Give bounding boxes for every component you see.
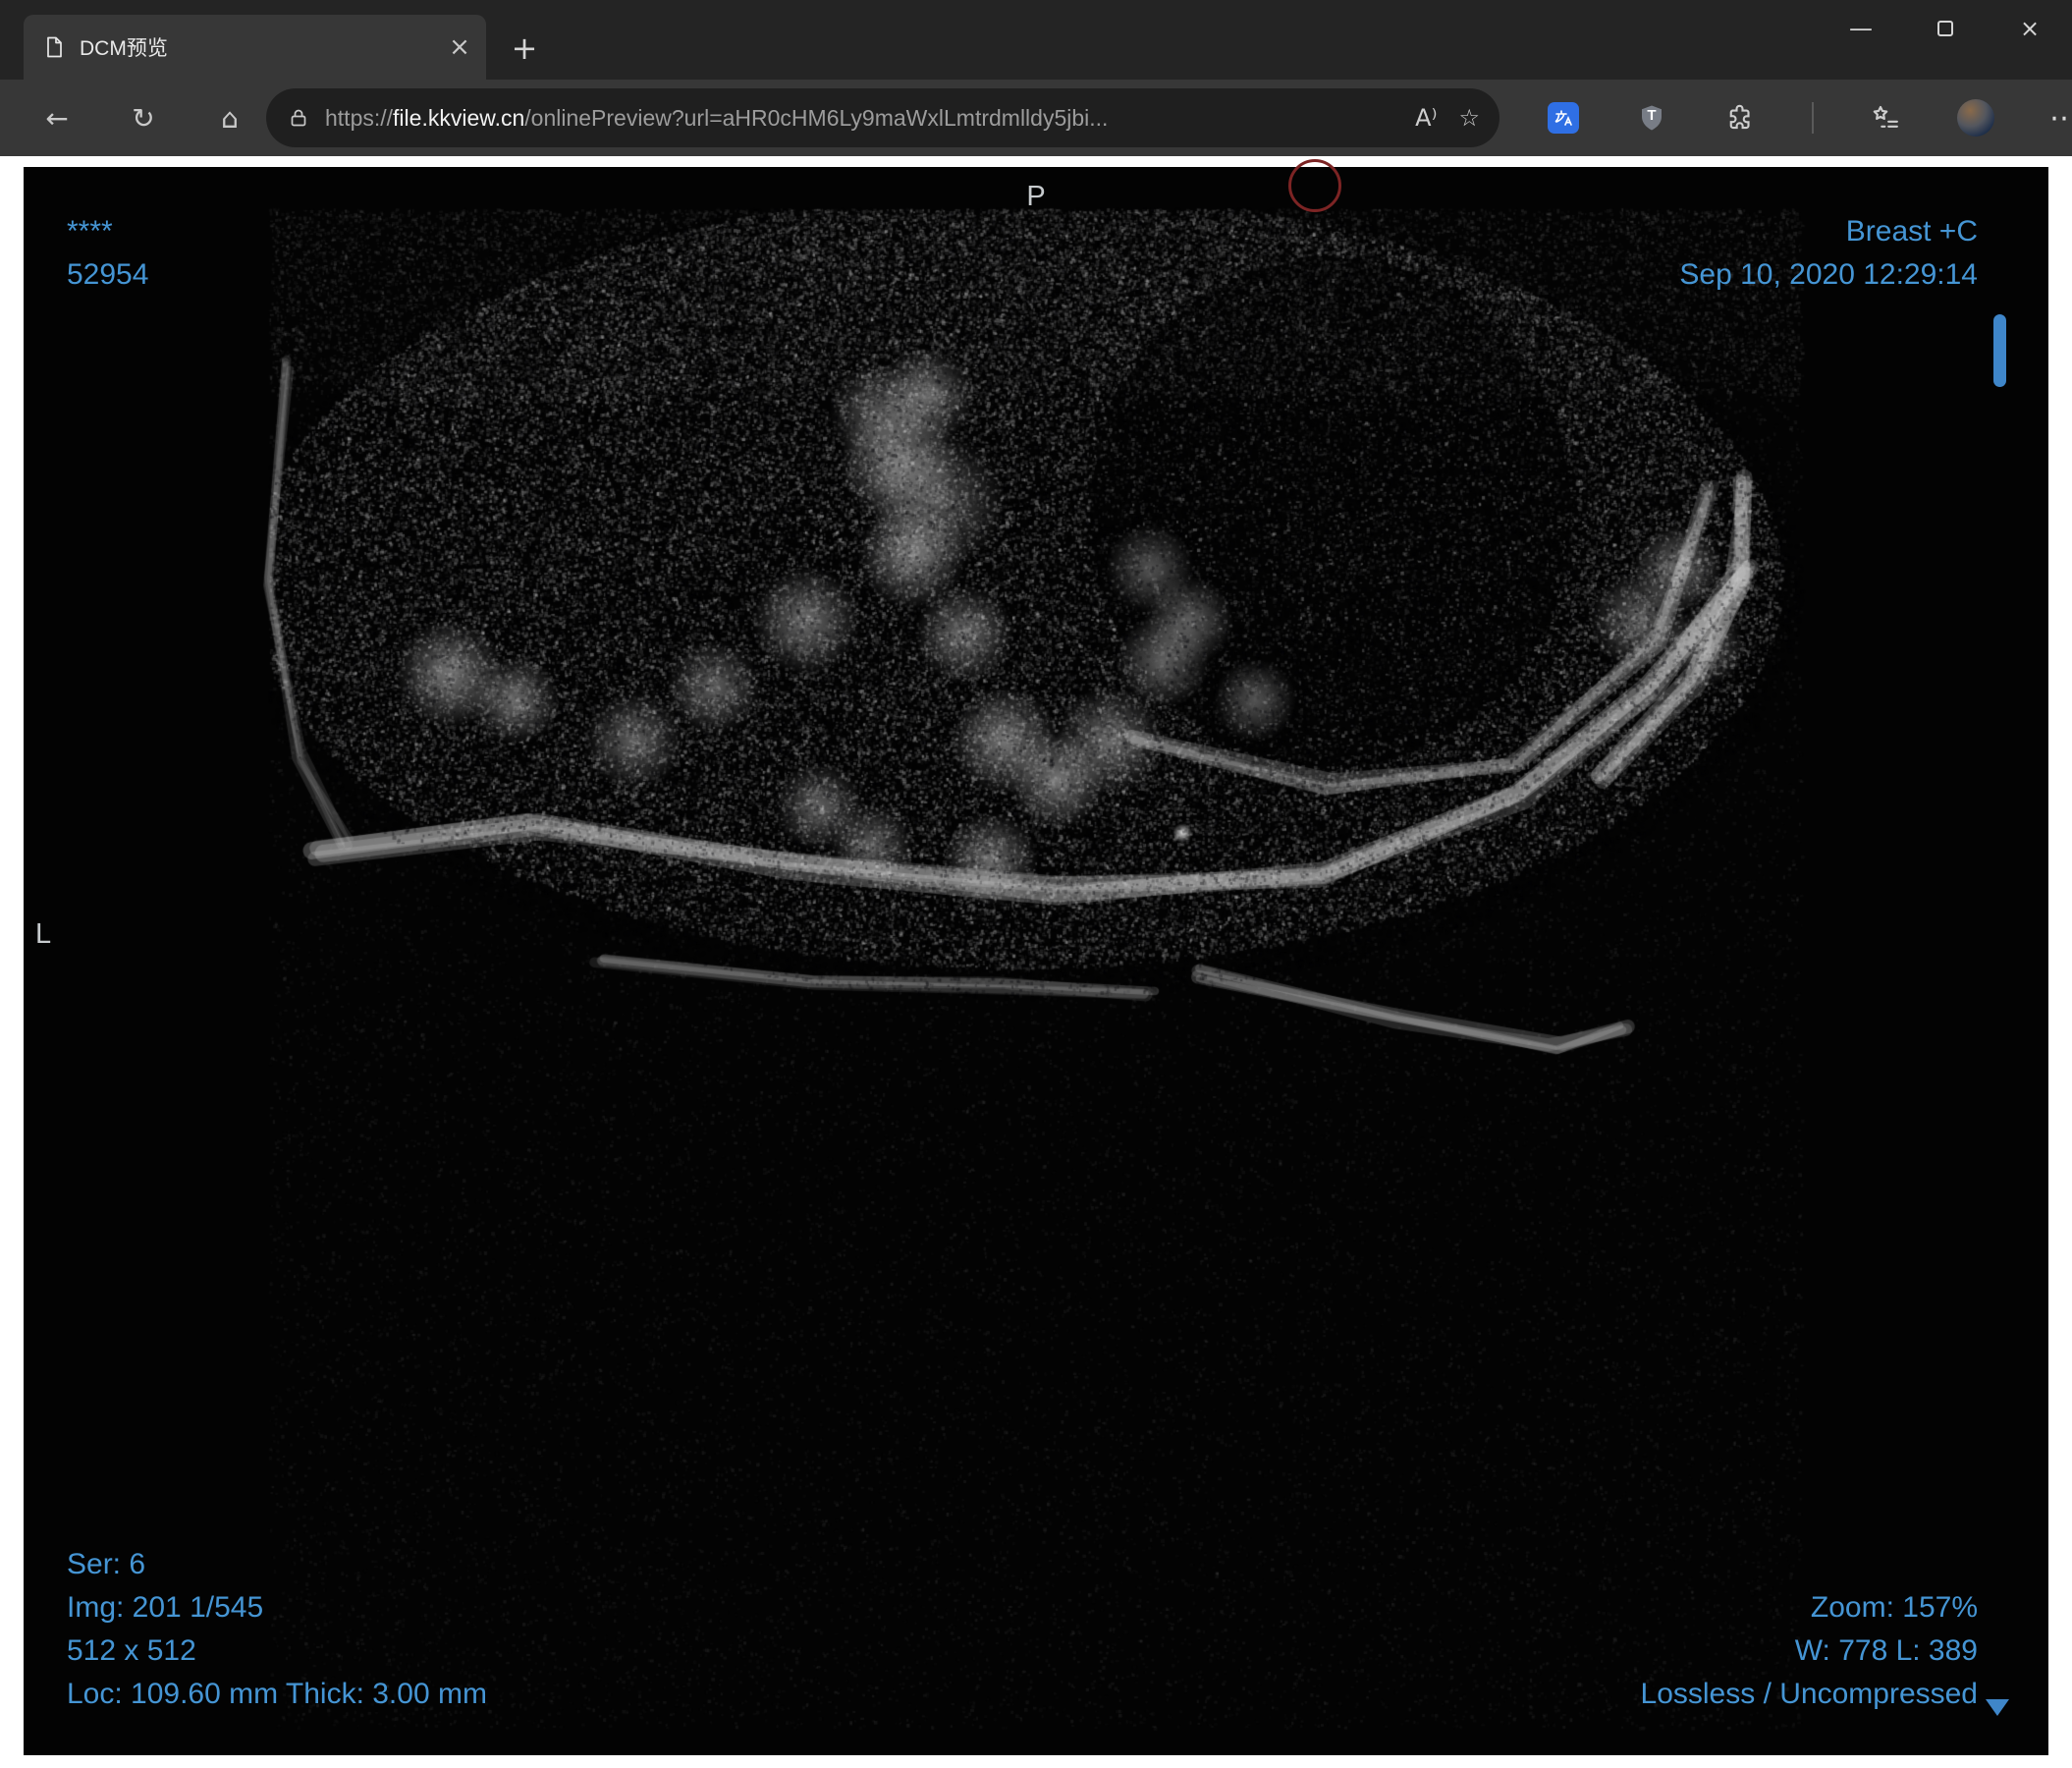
page-content: **** 52954 P L Breast +C Sep 10, 2020 12… xyxy=(0,156,2072,1768)
url-scheme: https:// xyxy=(325,104,394,131)
favorite-star-icon[interactable]: ☆ xyxy=(1458,104,1480,132)
url-domain: file.kkview.cn xyxy=(393,104,525,131)
browser-window: DCM预览 × + — × ← ↻ ⌂ https://file.kkview.… xyxy=(0,0,2072,1768)
read-aloud-icon[interactable]: A⁾ xyxy=(1415,104,1437,132)
shield-extension-icon[interactable]: T xyxy=(1635,101,1668,135)
tab-title: DCM预览 xyxy=(80,37,168,60)
dicom-image-canvas[interactable] xyxy=(24,167,2048,1755)
browser-tab[interactable]: DCM预览 × xyxy=(24,15,486,80)
toolbar-divider xyxy=(1812,102,1814,134)
maximize-icon xyxy=(1937,21,1953,36)
toolbar-extensions: T ⋯ xyxy=(1547,99,2072,137)
close-button[interactable]: × xyxy=(1988,0,2072,57)
shield-label: T xyxy=(1647,107,1657,124)
maximize-button[interactable] xyxy=(1903,0,1988,57)
translate-extension-icon[interactable] xyxy=(1547,101,1580,135)
url-path: /onlinePreview?url=aHR0cHM6Ly9maWxlLmtrd… xyxy=(524,104,1109,131)
url-text: https://file.kkview.cn/onlinePreview?url… xyxy=(325,105,1393,132)
translate-icon xyxy=(1548,102,1579,134)
minimize-button[interactable]: — xyxy=(1819,0,1903,57)
home-button[interactable]: ⌂ xyxy=(207,95,252,140)
profile-avatar[interactable] xyxy=(1957,99,1994,137)
annotation-circle xyxy=(1288,159,1341,212)
url-bar[interactable]: https://file.kkview.cn/onlinePreview?url… xyxy=(266,88,1499,147)
new-tab-button[interactable]: + xyxy=(503,27,546,70)
tab-close-button[interactable]: × xyxy=(443,30,476,64)
refresh-button[interactable]: ↻ xyxy=(121,95,166,140)
dicom-viewer: **** 52954 P L Breast +C Sep 10, 2020 12… xyxy=(24,159,2048,1755)
window-controls: — × xyxy=(1819,0,2072,57)
lock-icon[interactable] xyxy=(286,105,311,131)
extensions-puzzle-icon[interactable] xyxy=(1723,101,1757,135)
favorites-bar-icon[interactable] xyxy=(1869,101,1902,135)
tab-strip: DCM预览 × + — × xyxy=(0,0,2072,80)
navigation-bar: ← ↻ ⌂ https://file.kkview.cn/onlinePrevi… xyxy=(0,80,2072,156)
more-menu-icon[interactable]: ⋯ xyxy=(2049,101,2072,136)
series-scrollbar-thumb[interactable] xyxy=(1993,314,2006,387)
document-icon xyxy=(41,34,67,60)
series-scroll-down-arrow[interactable] xyxy=(1986,1699,2009,1716)
back-button[interactable]: ← xyxy=(34,95,80,140)
